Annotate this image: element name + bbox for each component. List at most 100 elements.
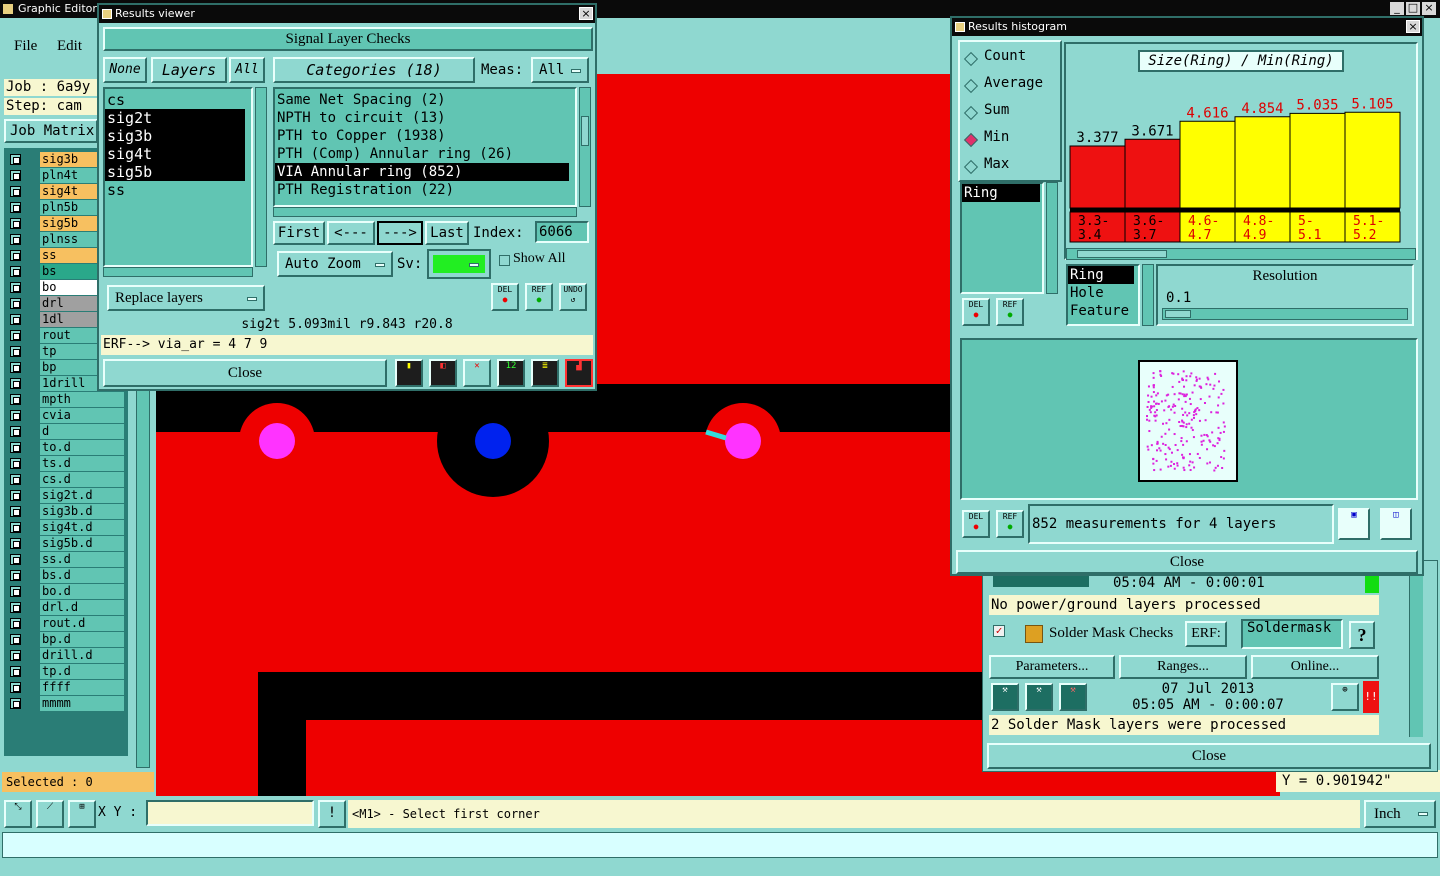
layer-checkbox[interactable] xyxy=(10,506,21,517)
layer-checkbox[interactable] xyxy=(10,266,21,277)
measurement-preview-map[interactable] xyxy=(1138,360,1238,482)
sv-color-dropdown[interactable] xyxy=(427,249,491,279)
layer-row[interactable]: cvia xyxy=(8,408,124,423)
layer-checkbox[interactable] xyxy=(10,362,21,373)
histogram-bar[interactable] xyxy=(1289,112,1346,209)
layer-row[interactable]: ss.d xyxy=(8,552,124,567)
online-button[interactable]: Online... xyxy=(1251,655,1379,679)
exclaim-button[interactable]: ! xyxy=(318,800,346,828)
layer-checkbox[interactable] xyxy=(10,682,21,693)
layer-checkbox[interactable] xyxy=(10,458,21,469)
hist-ref-button[interactable]: REF ● xyxy=(996,298,1024,326)
viewer-layer-item[interactable]: sig2t xyxy=(105,109,245,127)
notes-icon[interactable]: ≣ xyxy=(531,359,559,387)
histogram-icon[interactable]: ▟ xyxy=(565,359,593,387)
layer-row[interactable]: sig5b.d xyxy=(8,536,124,551)
layer-checkbox[interactable] xyxy=(10,570,21,581)
maximize-icon[interactable]: □ xyxy=(1406,2,1420,15)
category-item[interactable]: PTH (Comp) Annular ring (26) xyxy=(275,145,575,163)
histogram-bar[interactable] xyxy=(1069,145,1126,209)
layer-checkbox[interactable] xyxy=(10,250,21,261)
layer-checkbox[interactable] xyxy=(10,586,21,597)
histogram-close-button[interactable]: Close xyxy=(956,550,1418,574)
layer-checkbox[interactable] xyxy=(10,202,21,213)
radio-max[interactable] xyxy=(963,159,979,175)
layer-checkbox[interactable] xyxy=(10,330,21,341)
category-item[interactable]: PTH to Copper (1938) xyxy=(275,127,575,145)
layer-checkbox[interactable] xyxy=(10,394,21,405)
command-line[interactable] xyxy=(2,832,1438,858)
category-item[interactable]: Same Net Spacing (2) xyxy=(275,91,575,109)
sequence-icon[interactable]: 12 xyxy=(497,359,525,387)
close-icon[interactable]: × xyxy=(1422,2,1436,15)
type-ring[interactable]: Ring xyxy=(1068,266,1134,284)
layer-row[interactable]: drl.d xyxy=(8,600,124,615)
layer-row[interactable]: mpth xyxy=(8,392,124,407)
run-all-icon[interactable]: ⚒ xyxy=(1025,683,1053,711)
chart-hscroll[interactable] xyxy=(1066,248,1416,260)
layer-row[interactable]: ts.d xyxy=(8,456,124,471)
hist-del-button[interactable]: DEL ● xyxy=(962,298,990,326)
layer-checkbox[interactable] xyxy=(10,314,21,325)
preview-ref-button[interactable]: REF ● xyxy=(996,510,1024,538)
layer-checkbox[interactable] xyxy=(10,618,21,629)
parameters-button[interactable]: Parameters... xyxy=(989,655,1115,679)
radio-min[interactable] xyxy=(963,132,979,148)
list-item-ring[interactable]: Ring xyxy=(962,184,1040,202)
zoom-to-icon[interactable]: ▣ xyxy=(1338,508,1370,540)
layer-checkbox[interactable] xyxy=(10,442,21,453)
job-matrix-button[interactable]: Job Matrix xyxy=(4,119,98,143)
layer-row[interactable]: sig4t.d xyxy=(8,520,124,535)
resolution-slider[interactable] xyxy=(1162,308,1408,320)
histogram-list[interactable]: Ring xyxy=(960,182,1044,294)
meas-dropdown[interactable]: All xyxy=(531,57,589,83)
solder-checkbox[interactable]: ✓ xyxy=(993,625,1005,637)
auto-zoom-dropdown[interactable]: Auto Zoom xyxy=(277,251,393,277)
type-list[interactable]: Ring Hole Feature xyxy=(1066,264,1140,326)
category-item[interactable]: VIA Annular ring (852) xyxy=(275,163,569,181)
layer-checkbox[interactable] xyxy=(10,474,21,485)
zoom-icon[interactable]: ⊕ xyxy=(1331,683,1359,711)
histogram-list-vscroll[interactable] xyxy=(1046,182,1058,294)
viewer-layer-item[interactable]: sig5b xyxy=(105,163,245,181)
help-button[interactable]: ? xyxy=(1349,621,1375,649)
layer-row[interactable]: to.d xyxy=(8,440,124,455)
categories-vscroll[interactable] xyxy=(579,87,591,207)
layer-checkbox[interactable] xyxy=(10,154,21,165)
checks-scrollbar[interactable] xyxy=(1409,561,1423,737)
layer-row[interactable]: drill.d xyxy=(8,648,124,663)
next-button[interactable]: ---> xyxy=(377,221,423,245)
fit-view-icon[interactable]: ◫ xyxy=(1380,508,1412,540)
layer-checkbox[interactable] xyxy=(10,234,21,245)
menu-file[interactable]: File xyxy=(14,38,37,55)
minimize-icon[interactable]: _ xyxy=(1390,2,1404,15)
run-icon[interactable]: ⚒ xyxy=(991,683,1019,711)
all-button[interactable]: All xyxy=(229,57,265,83)
layer-list-vscroll[interactable] xyxy=(255,87,267,267)
grid-icon[interactable]: ⊞ xyxy=(68,800,96,828)
radio-count[interactable] xyxy=(963,51,979,67)
layer-checkbox[interactable] xyxy=(10,410,21,421)
highlight-icon[interactable]: ▮ xyxy=(395,359,423,387)
zoom-area-icon[interactable]: ⤡ xyxy=(4,800,32,828)
layers-button[interactable]: Layers xyxy=(151,57,227,83)
none-button[interactable]: None xyxy=(103,57,147,83)
layer-row[interactable]: sig3b.d xyxy=(8,504,124,519)
layer-row[interactable]: rout.d xyxy=(8,616,124,631)
stop-icon[interactable]: ⚒ xyxy=(1059,683,1087,711)
layer-row[interactable]: sig2t.d xyxy=(8,488,124,503)
layer-row[interactable]: tp.d xyxy=(8,664,124,679)
first-button[interactable]: First xyxy=(273,221,325,245)
layer-checkbox[interactable] xyxy=(10,426,21,437)
viewer-layer-list[interactable]: cs sig2t sig3b sig4t sig5b ss xyxy=(103,87,253,267)
prev-button[interactable]: <--- xyxy=(327,221,375,245)
layer-checkbox[interactable] xyxy=(10,346,21,357)
layer-row[interactable]: mmmm xyxy=(8,696,124,711)
viewer-layer-item[interactable]: sig3b xyxy=(105,127,245,145)
layer-row[interactable]: cs.d xyxy=(8,472,124,487)
layer-checkbox[interactable] xyxy=(10,698,21,709)
viewer-layer-item[interactable]: ss xyxy=(105,181,251,199)
category-item[interactable]: NPTH to circuit (13) xyxy=(275,109,575,127)
erf-button[interactable]: ERF: xyxy=(1185,621,1227,647)
viewer-layer-item[interactable]: sig4t xyxy=(105,145,245,163)
